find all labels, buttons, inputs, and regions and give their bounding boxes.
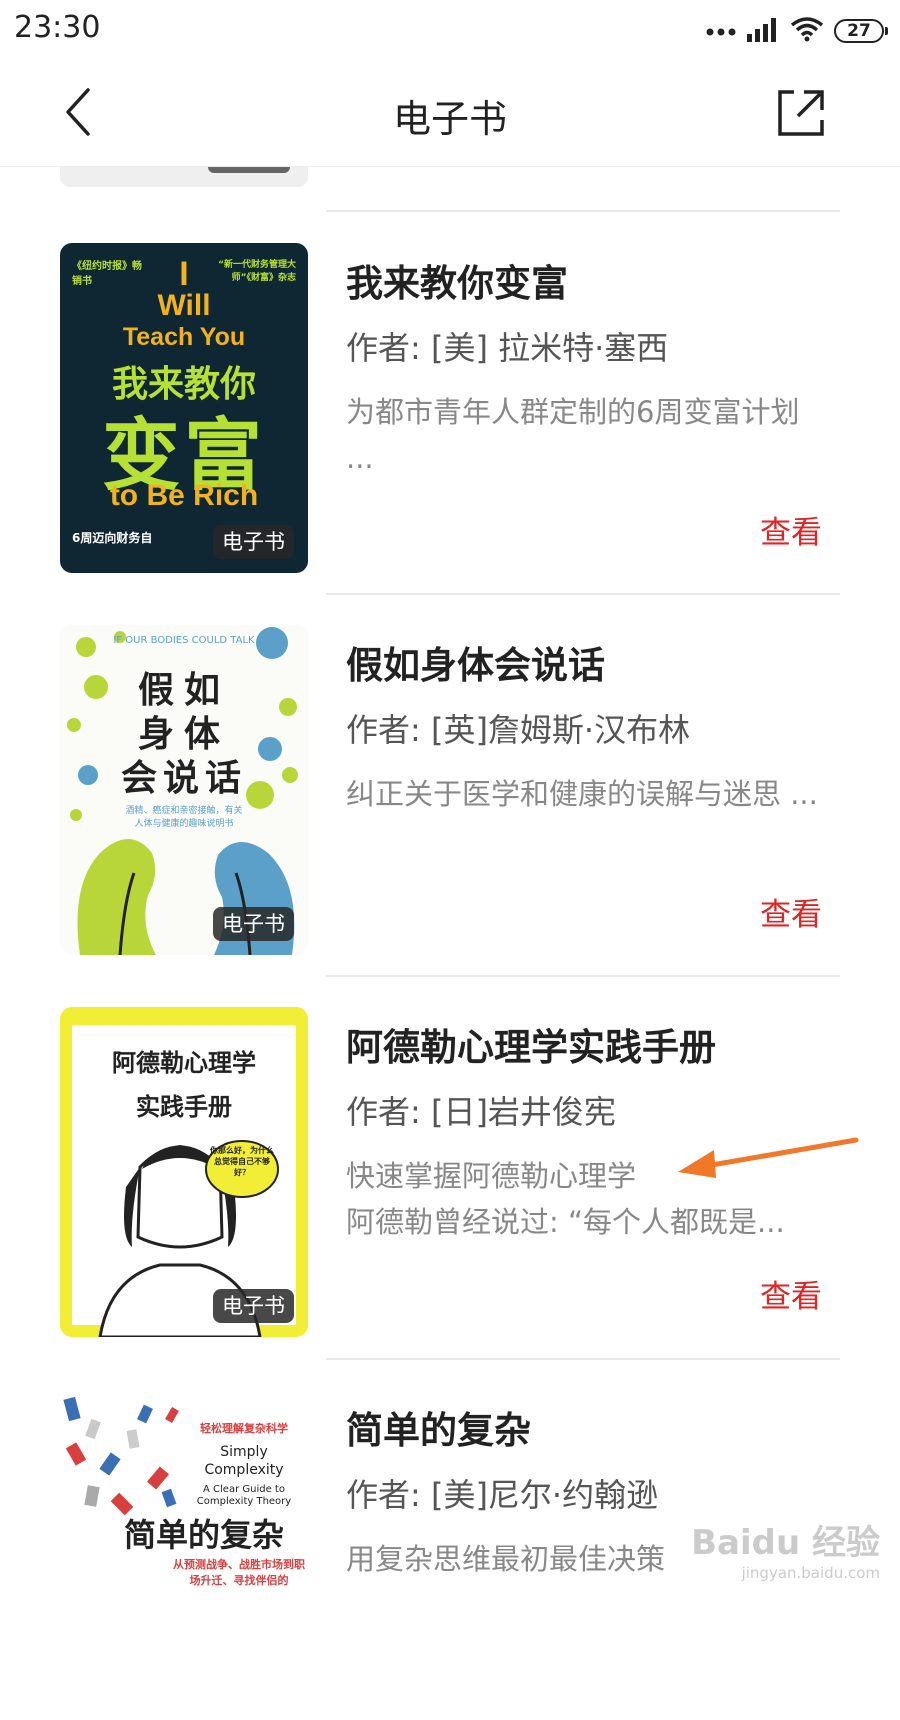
battery-icon: 27 [834,19,888,43]
nav-bar: 电子书 [0,62,900,167]
view-button[interactable]: 查看 [760,1271,822,1316]
ebook-badge: 电子书 [213,525,294,559]
cover-text: 实践手册 [136,1093,232,1121]
status-icons: 27 [706,14,888,48]
view-button[interactable]: 查看 [760,889,822,934]
cover-text: to Be Rich [109,479,259,512]
book-title[interactable]: 我来教你变富 [346,253,568,307]
page-title: 电子书 [392,97,507,141]
book-cover[interactable]: IF OUR BODIES COULD TALK 假如 身体 会说话 酒精、癌症… [60,625,308,955]
share-button[interactable] [772,84,830,142]
book-author: 作者: [日]岩井俊宪 [346,1093,616,1131]
cover-text: 你那么好，为什么总觉得自己不够好？ [210,1146,274,1177]
cover-text: 阿德勒心理学 [112,1049,256,1077]
cover-text: 酒精、癌症和亲密接触，有关人体与健康的趣味说明书 [125,806,243,829]
watermark: Baidu 经验 jingyan.baidu.com [691,1515,880,1582]
book-description-line: 阿德勒曾经说过: “每个人都既是... [346,1205,785,1239]
divider [326,593,840,595]
signal-icon [746,16,780,46]
watermark-url: jingyan.baidu.com [741,1564,880,1582]
divider [326,210,840,212]
cover-text: 6周迈向财务自 [72,531,153,545]
watermark-logo: Baidu 经验 [691,1523,880,1563]
ebook-badge: 电子书 [213,907,294,941]
cover-text: IF OUR BODIES COULD TALK [113,635,255,646]
book-card[interactable]: IF OUR BODIES COULD TALK 假如 身体 会说话 酒精、癌症… [0,625,900,1015]
book-description: 为都市青年人群定制的6周变富计划 ... [346,395,800,475]
status-bar: 23:30 27 [0,0,900,62]
status-time: 23:30 [14,10,101,45]
ebook-badge: 电子书 [213,1289,294,1323]
book-author: 作者: [美] 拉米特·塞西 [346,329,669,367]
book-title[interactable]: 简单的复杂 [346,1400,531,1454]
cover-text: 会说话 [120,758,247,799]
cover-text: Complexity Theory [196,1496,292,1507]
share-icon [778,90,824,136]
book-title[interactable]: 阿德勒心理学实践手册 [346,1017,716,1071]
divider [326,1358,840,1360]
annotation-arrow-icon [678,1137,859,1178]
view-button[interactable]: 查看 [760,507,822,552]
book-title[interactable]: 假如身体会说话 [346,635,605,689]
cover-text: 从预测战争、战胜市场到职场升迁、寻找伴侣的 [173,1558,305,1587]
book-author: 作者: [美]尼尔·约翰逊 [346,1476,659,1514]
partial-book-cover[interactable] [60,167,308,187]
book-cover[interactable]: 阿德勒心理学 实践手册 你那么好，为什么总觉得自己不够好？ 电子书 [60,1007,308,1337]
book-card[interactable]: 《纽约时报》畅销书 “新一代财务管理大师”《财富》杂志 I Will Teach… [0,243,900,633]
cover-text: 轻松理解复杂科学 [200,1422,288,1435]
wifi-icon [790,16,824,46]
book-description: 纠正关于医学和健康的误解与迷思 ... [346,777,818,811]
cover-text: Complexity [204,1462,284,1478]
book-author: 作者: [英]詹姆斯·汉布林 [346,711,691,749]
cover-text: A Clear Guide to [203,1484,285,1495]
book-cover[interactable]: 《纽约时报》畅销书 “新一代财务管理大师”《财富》杂志 I Will Teach… [60,243,308,573]
book-cover[interactable]: 轻松理解复杂科学 Simply Complexity A Clear Guide… [60,1390,308,1720]
more-dots-icon [706,22,736,41]
cover-text: Teach You [122,323,246,351]
cover-text: Will [157,289,211,322]
divider [326,975,840,977]
cover-text: Simply [220,1444,268,1460]
book-card[interactable]: 阿德勒心理学 实践手册 你那么好，为什么总觉得自己不够好？ 电子书 阿德勒心理学… [0,1007,900,1397]
cover-text: 简单的复杂 [123,1516,284,1554]
